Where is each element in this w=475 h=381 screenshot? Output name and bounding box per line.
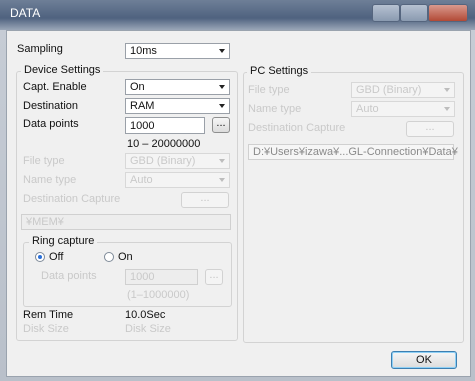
disk-size-value: Disk Size (125, 323, 171, 335)
ring-on-radio[interactable] (104, 252, 114, 262)
minimize-button[interactable] (372, 4, 400, 22)
pc-name-type-select[interactable]: Auto (351, 101, 455, 117)
name-type-label: Name type (23, 174, 77, 186)
destination-label: Destination (23, 100, 79, 112)
chevron-down-icon (219, 159, 225, 163)
ring-data-points-label: Data points (41, 270, 97, 282)
pc-path-value: D:¥Users¥izawa¥...GL-Connection¥Data¥ (253, 146, 458, 158)
rem-time-label: Rem Time (23, 309, 74, 321)
chevron-down-icon (219, 49, 225, 53)
data-dialog-window: DATA Sampling 10ms Device Settings Capt.… (0, 0, 475, 381)
sampling-select[interactable]: 10ms (125, 43, 230, 59)
ring-range: (1–1000000) (127, 289, 190, 301)
sampling-label: Sampling (17, 43, 63, 55)
name-type-select[interactable]: Auto (125, 172, 230, 188)
ring-data-points-browse-button[interactable]: ... (205, 269, 223, 285)
ring-capture-title: Ring capture (29, 235, 98, 247)
destination-value: RAM (130, 100, 155, 112)
destination-capture-label: Destination Capture (23, 193, 121, 205)
chevron-down-icon (219, 178, 225, 182)
close-button[interactable] (428, 4, 468, 22)
maximize-button[interactable] (400, 4, 428, 22)
chevron-down-icon (219, 104, 225, 108)
pc-name-type-value: Auto (356, 103, 379, 115)
device-path-field[interactable]: ¥MEM¥ (21, 214, 231, 230)
data-points-label: Data points (23, 118, 79, 130)
data-points-range: 10 – 20000000 (127, 138, 201, 150)
ring-data-points-input[interactable]: 1000 (125, 269, 198, 285)
sampling-value: 10ms (130, 45, 157, 57)
dialog-client-area: Sampling 10ms Device Settings Capt. Enab… (6, 30, 471, 377)
capt-enable-value: On (130, 81, 145, 93)
destination-select[interactable]: RAM (125, 98, 230, 114)
pc-destination-capture-label: Destination Capture (248, 122, 346, 134)
pc-path-field[interactable]: D:¥Users¥izawa¥...GL-Connection¥Data¥ (248, 144, 458, 160)
data-points-browse-button[interactable]: ... (212, 117, 230, 133)
destination-capture-button[interactable]: ... (181, 192, 229, 208)
device-settings-title: Device Settings (21, 64, 104, 76)
file-type-label: File type (23, 155, 65, 167)
data-points-input[interactable]: 1000 (125, 117, 205, 134)
ring-off-radio[interactable] (35, 252, 45, 262)
disk-size-label: Disk Size (23, 323, 69, 335)
chevron-down-icon (444, 107, 450, 111)
file-type-value: GBD (Binary) (130, 155, 196, 167)
window-title: DATA (10, 6, 41, 20)
ring-on-label: On (118, 251, 133, 263)
chevron-down-icon (219, 85, 225, 89)
name-type-value: Auto (130, 174, 153, 186)
pc-file-type-select[interactable]: GBD (Binary) (351, 82, 455, 98)
ok-button[interactable]: OK (391, 351, 457, 369)
title-bar[interactable]: DATA (0, 0, 475, 30)
rem-time-value: 10.0Sec (125, 309, 166, 321)
device-path-value: ¥MEM¥ (26, 216, 64, 228)
file-type-select[interactable]: GBD (Binary) (125, 153, 230, 169)
pc-file-type-value: GBD (Binary) (356, 84, 422, 96)
ring-off-label: Off (49, 251, 64, 263)
pc-destination-capture-button[interactable]: ... (406, 121, 454, 137)
pc-settings-title: PC Settings (247, 65, 312, 77)
chevron-down-icon (444, 88, 450, 92)
capt-enable-label: Capt. Enable (23, 81, 87, 93)
pc-name-type-label: Name type (248, 103, 302, 115)
pc-file-type-label: File type (248, 84, 290, 96)
ring-data-points-value: 1000 (130, 271, 155, 283)
data-points-value: 1000 (130, 120, 155, 132)
capt-enable-select[interactable]: On (125, 79, 230, 95)
